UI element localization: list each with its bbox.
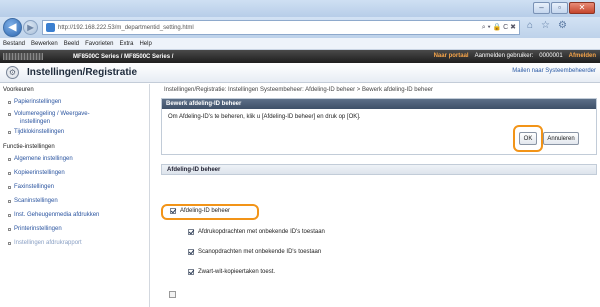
bullet-icon (8, 242, 11, 245)
menu-bestand[interactable]: Bestand (3, 41, 25, 47)
logout-link[interactable]: Afmelden (569, 53, 596, 59)
address-bar[interactable]: http://192.168.222.53/m_departmentid_set… (42, 20, 520, 35)
sidebar-section-voorkeuren: Voorkeuren (3, 87, 34, 93)
checkbox-afdeling-id[interactable] (170, 208, 176, 214)
menu-favorieten[interactable]: Favorieten (85, 41, 113, 47)
bullet-icon (8, 186, 11, 189)
edit-panel: Bewerk afdeling-ID beheer Om Afdeling-ID… (161, 98, 597, 155)
section-title: Afdeling-ID beheer (161, 164, 597, 175)
bullet-icon (8, 101, 11, 104)
login-label: Aanmelden gebruiker: (474, 53, 534, 59)
back-arrow-icon[interactable]: ◀ (3, 18, 22, 37)
sidebar-item-printer[interactable]: Printerinstellingen (14, 226, 62, 232)
url-text[interactable]: http://192.168.222.53/m_departmentid_set… (58, 25, 194, 31)
menu-bewerken[interactable]: Bewerken (31, 41, 58, 47)
close-icon[interactable]: ✕ (569, 2, 595, 14)
bullet-icon (8, 228, 11, 231)
login-user: 0000001 (539, 53, 563, 59)
sidebar-item-tijdklok[interactable]: Tijdklokinstellingen (14, 129, 64, 135)
checkbox-row-print[interactable]: Afdrukopdrachten met onbekende ID's toes… (188, 229, 325, 235)
bullet-icon (8, 113, 11, 116)
sidebar-item-volume[interactable]: Volumeregeling / Weergave- (14, 111, 90, 117)
checkbox-row-bw[interactable]: Zwart-wit-kopieertaken toest. (188, 269, 275, 275)
forward-arrow-icon[interactable]: ▶ (23, 20, 38, 35)
checkbox-row-main[interactable]: Afdeling-ID beheer (170, 208, 230, 214)
page-title-bar: ⚙ Instellingen/Registratie Mailen naar S… (0, 63, 600, 83)
sidebar-item-papier[interactable]: Papierinstellingen (14, 99, 61, 105)
maximize-icon[interactable]: ▫ (551, 2, 568, 14)
minimize-icon[interactable]: – (533, 2, 550, 14)
checkbox-bw-copy[interactable] (188, 269, 194, 275)
device-header: MF8500C Series / MF8500C Series / Naar p… (0, 50, 600, 63)
sidebar-section-functie: Functie-instellingen (3, 144, 55, 150)
browser-toolbar-icons: ⌂ ☆ ⚙ (527, 20, 567, 31)
cancel-button[interactable]: Annuleren (543, 132, 579, 145)
settings-icon: ⚙ (6, 66, 19, 79)
breadcrumb: Instellingen/Registratie: Instellingen S… (164, 87, 433, 93)
sidebar-item-volume-cont[interactable]: instellingen (20, 119, 50, 125)
gear-icon[interactable]: ⚙ (558, 20, 567, 31)
bullet-icon (8, 214, 11, 217)
scroll-icon[interactable] (169, 291, 176, 298)
menu-extra[interactable]: Extra (119, 41, 133, 47)
checkbox-print-label: Afdrukopdrachten met onbekende ID's toes… (198, 229, 325, 235)
device-header-links: Naar portaal Aanmelden gebruiker: 000000… (434, 53, 596, 59)
device-name: MF8500C Series / MF8500C Series / (73, 53, 174, 60)
home-icon[interactable]: ⌂ (527, 20, 533, 31)
window-controls: – ▫ ✕ (533, 2, 595, 14)
mail-admin-link[interactable]: Mailen naar Systeembeheerder (512, 68, 596, 74)
menu-beeld[interactable]: Beeld (64, 41, 79, 47)
bullet-icon (8, 131, 11, 134)
checkbox-scan-unknown[interactable] (188, 249, 194, 255)
star-icon[interactable]: ☆ (541, 20, 550, 31)
site-favicon-icon (46, 23, 55, 32)
sidebar: Voorkeuren Papierinstellingen Volumerege… (0, 84, 150, 307)
checkbox-scan-label: Scanopdrachten met onbekende ID's toesta… (198, 249, 322, 255)
browser-titlebar: – ▫ ✕ (0, 0, 600, 17)
browser-menubar: Bestand Bewerken Beeld Favorieten Extra … (0, 38, 600, 50)
checkbox-bw-label: Zwart-wit-kopieertaken toest. (198, 269, 276, 275)
sidebar-item-geheugen[interactable]: Inst. Geheugenmedia afdrukken (14, 212, 99, 218)
address-row: ◀ ▶ http://192.168.222.53/m_departmentid… (0, 17, 600, 38)
sidebar-item-kopieer[interactable]: Kopieerinstellingen (14, 170, 65, 176)
ok-button[interactable]: OK (519, 132, 537, 145)
edit-panel-title: Bewerk afdeling-ID beheer (162, 99, 596, 109)
sidebar-item-fax[interactable]: Faxinstellingen (14, 184, 54, 190)
address-controls[interactable]: ⌕ ▾ 🔒 C ✖ (482, 23, 516, 32)
page-title: Instellingen/Registratie (27, 67, 138, 78)
bullet-icon (8, 158, 11, 161)
sidebar-item-algemeen[interactable]: Algemene instellingen (14, 156, 73, 162)
sidebar-item-scan[interactable]: Scaninstellingen (14, 198, 58, 204)
bullet-icon (8, 172, 11, 175)
checkbox-afdeling-id-label: Afdeling-ID beheer (180, 208, 231, 214)
checkbox-row-scan[interactable]: Scanopdrachten met onbekende ID's toesta… (188, 249, 321, 255)
main-content: Instellingen/Registratie: Instellingen S… (158, 84, 600, 307)
checkbox-print-unknown[interactable] (188, 229, 194, 235)
instruction-text: Om Afdeling-ID's te beheren, klik u [Afd… (168, 114, 361, 120)
canon-logo (3, 53, 43, 60)
sidebar-item-rapport[interactable]: Instellingen afdrukrapport (14, 240, 82, 246)
menu-help[interactable]: Help (139, 41, 151, 47)
portal-link[interactable]: Naar portaal (434, 53, 469, 59)
bullet-icon (8, 200, 11, 203)
